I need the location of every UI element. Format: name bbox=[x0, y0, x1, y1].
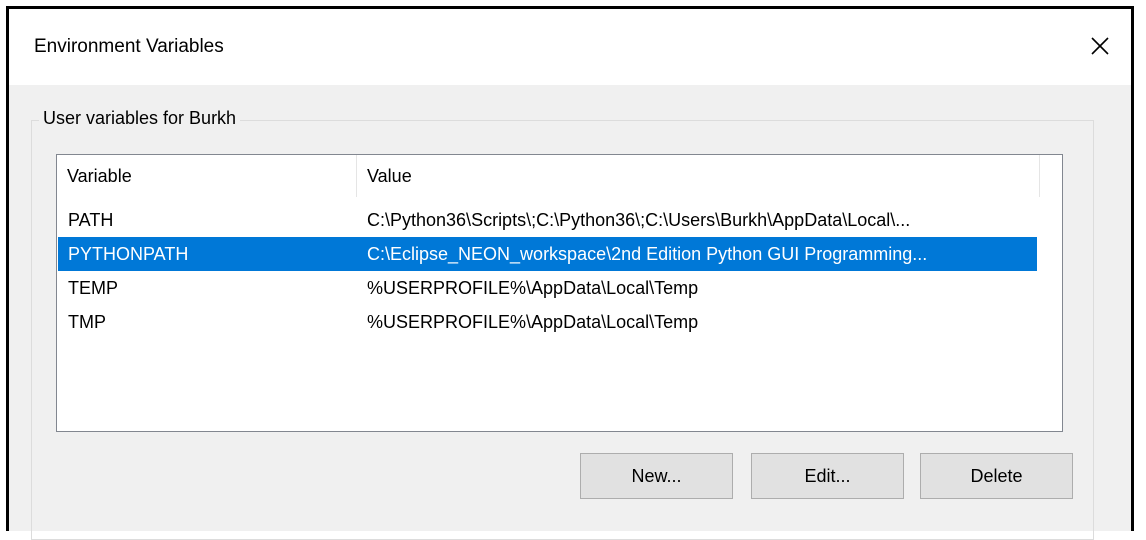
variable-name: PATH bbox=[68, 210, 114, 230]
variable-name: TMP bbox=[68, 312, 106, 332]
list-row-temp[interactable]: TEMP %USERPROFILE%\AppData\Local\Temp bbox=[58, 271, 1037, 305]
close-button[interactable] bbox=[1083, 29, 1117, 63]
variable-name: TEMP bbox=[68, 278, 119, 298]
list-row-pythonpath[interactable]: PYTHONPATH C:\Eclipse_NEON_workspace\2nd… bbox=[58, 237, 1037, 271]
title-bar: Environment Variables bbox=[9, 9, 1131, 85]
user-variables-label: User variables for Burkh bbox=[39, 107, 241, 129]
variable-value: %USERPROFILE%\AppData\Local\Temp bbox=[367, 312, 699, 332]
new-button[interactable]: New... bbox=[580, 453, 733, 499]
edit-button[interactable]: Edit... bbox=[751, 453, 904, 499]
variable-value: C:\Eclipse_NEON_workspace\2nd Edition Py… bbox=[367, 244, 928, 264]
dialog-title: Environment Variables bbox=[34, 36, 224, 57]
list-header: Variable Value bbox=[57, 155, 1062, 197]
list-row-path[interactable]: PATH C:\Python36\Scripts\;C:\Python36\;C… bbox=[58, 203, 1037, 237]
column-header-variable[interactable]: Variable bbox=[57, 155, 357, 197]
close-icon bbox=[1091, 37, 1109, 55]
variable-name: PYTHONPATH bbox=[68, 244, 189, 264]
delete-button[interactable]: Delete bbox=[920, 453, 1073, 499]
variable-value: %USERPROFILE%\AppData\Local\Temp bbox=[367, 278, 699, 298]
variable-value: C:\Python36\Scripts\;C:\Python36\;C:\Use… bbox=[367, 210, 911, 230]
list-row-tmp[interactable]: TMP %USERPROFILE%\AppData\Local\Temp bbox=[58, 305, 1037, 339]
column-header-value[interactable]: Value bbox=[357, 155, 1040, 197]
user-variables-list[interactable]: Variable Value PATH C:\Python36\Scripts\… bbox=[56, 154, 1063, 432]
